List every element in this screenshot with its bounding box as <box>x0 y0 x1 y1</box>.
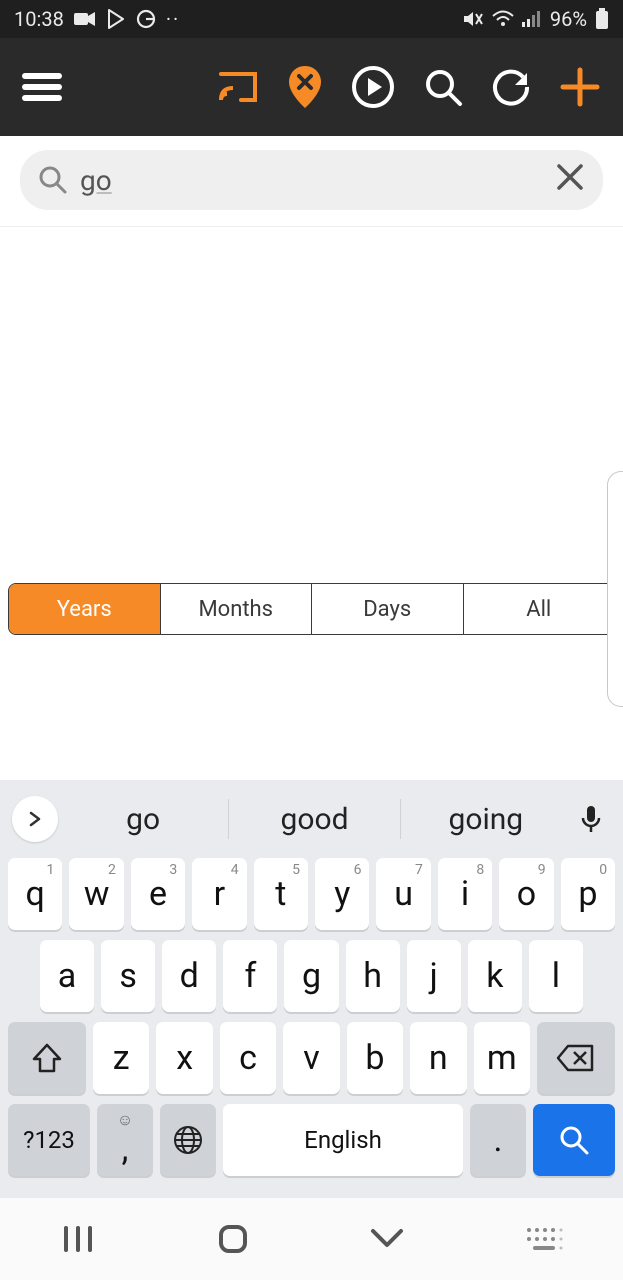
menu-button[interactable] <box>22 71 62 103</box>
search-key-icon <box>557 1123 591 1157</box>
side-drawer-handle[interactable] <box>607 471 623 707</box>
search-box[interactable] <box>20 150 603 210</box>
key-y[interactable]: y6 <box>315 858 369 930</box>
key-z[interactable]: z <box>93 1022 149 1094</box>
keyboard-switch-button[interactable] <box>525 1226 563 1252</box>
clear-search-button[interactable] <box>555 162 585 198</box>
refresh-button[interactable] <box>491 67 531 107</box>
key-p[interactable]: p0 <box>561 858 615 930</box>
backspace-icon <box>556 1043 596 1073</box>
key-g[interactable]: g <box>284 940 338 1012</box>
keyboard-row-3: z x c v b n m <box>8 1022 615 1094</box>
back-button[interactable] <box>369 1227 405 1251</box>
status-more-icon: ·· <box>166 7 180 31</box>
period-key[interactable]: . <box>470 1104 526 1176</box>
search-button[interactable] <box>423 67 463 107</box>
add-button[interactable] <box>559 66 601 108</box>
search-input[interactable] <box>80 164 543 197</box>
battery-icon <box>595 8 609 30</box>
search-icon <box>38 165 68 195</box>
segment-months[interactable]: Months <box>161 584 313 634</box>
search-key[interactable] <box>533 1104 615 1176</box>
key-d[interactable]: d <box>162 940 216 1012</box>
emoji-icon: ☺ <box>117 1110 133 1130</box>
key-w[interactable]: w2 <box>69 858 123 930</box>
signal-icon <box>522 10 542 28</box>
key-x[interactable]: x <box>156 1022 212 1094</box>
shift-key[interactable] <box>8 1022 86 1094</box>
keyboard-row-2: a s d f g h j k l <box>8 940 615 1012</box>
key-k[interactable]: k <box>468 940 522 1012</box>
cast-button[interactable] <box>217 70 259 104</box>
key-t[interactable]: t5 <box>254 858 308 930</box>
key-e[interactable]: e3 <box>131 858 185 930</box>
status-bar: 10:38 ·· 96% <box>0 0 623 38</box>
content-area: Years Months Days All <box>0 227 623 749</box>
shift-icon <box>30 1041 64 1075</box>
globe-icon <box>172 1124 204 1156</box>
system-nav-bar <box>0 1198 623 1280</box>
key-h[interactable]: h <box>346 940 400 1012</box>
symbols-key[interactable]: ?123 <box>8 1104 90 1176</box>
key-o[interactable]: o9 <box>499 858 553 930</box>
expand-suggestions-button[interactable] <box>12 796 58 842</box>
soft-keyboard: go good going q1 w2 e3 r4 t5 y6 u7 i8 o9… <box>0 780 623 1198</box>
segment-all[interactable]: All <box>464 584 615 634</box>
comma-key[interactable]: ☺ , <box>97 1104 153 1176</box>
key-n[interactable]: n <box>410 1022 466 1094</box>
play-store-icon <box>106 9 126 29</box>
location-pin-button[interactable] <box>287 64 323 110</box>
key-i[interactable]: i8 <box>438 858 492 930</box>
key-f[interactable]: f <box>223 940 277 1012</box>
video-icon <box>74 11 96 27</box>
key-s[interactable]: s <box>101 940 155 1012</box>
keyboard-row-1: q1 w2 e3 r4 t5 y6 u7 i8 o9 p0 <box>8 858 615 930</box>
key-v[interactable]: v <box>283 1022 339 1094</box>
status-time: 10:38 <box>14 7 64 31</box>
key-m[interactable]: m <box>474 1022 530 1094</box>
keyboard-row-4: ?123 ☺ , English . <box>8 1104 615 1176</box>
app-bar <box>0 38 623 136</box>
backspace-key[interactable] <box>537 1022 615 1094</box>
key-r[interactable]: r4 <box>192 858 246 930</box>
key-c[interactable]: c <box>220 1022 276 1094</box>
space-key[interactable]: English <box>223 1104 463 1176</box>
segment-days[interactable]: Days <box>312 584 464 634</box>
recents-button[interactable] <box>60 1224 96 1254</box>
wifi-icon <box>492 10 514 28</box>
time-range-segmented-control: Years Months Days All <box>8 583 615 635</box>
home-button[interactable] <box>216 1222 250 1256</box>
search-row <box>0 136 623 227</box>
key-u[interactable]: u7 <box>376 858 430 930</box>
google-icon <box>136 9 156 29</box>
suggestion-1[interactable]: go <box>66 802 220 837</box>
suggestion-bar: go good going <box>0 780 623 858</box>
battery-percent: 96% <box>550 7 587 31</box>
language-key[interactable] <box>160 1104 216 1176</box>
play-circle-button[interactable] <box>351 65 395 109</box>
mic-button[interactable] <box>571 804 611 834</box>
mute-vibrate-icon <box>462 9 484 29</box>
key-j[interactable]: j <box>407 940 461 1012</box>
segment-years[interactable]: Years <box>9 584 161 634</box>
suggestion-2[interactable]: good <box>237 802 391 837</box>
key-b[interactable]: b <box>347 1022 403 1094</box>
key-a[interactable]: a <box>40 940 94 1012</box>
key-l[interactable]: l <box>529 940 583 1012</box>
suggestion-3[interactable]: going <box>409 802 563 837</box>
key-q[interactable]: q1 <box>8 858 62 930</box>
